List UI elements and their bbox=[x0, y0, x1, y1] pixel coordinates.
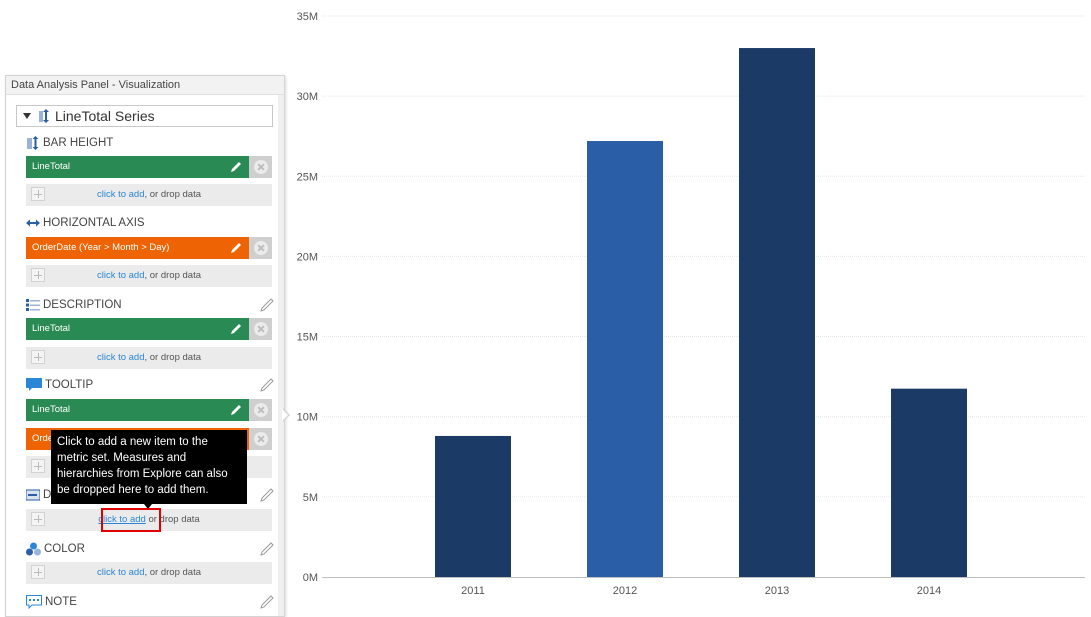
help-tooltip: Click to add a new item to the metric se… bbox=[51, 430, 247, 504]
click-to-add-link[interactable]: click to add bbox=[97, 352, 145, 363]
x-tick-label: 2014 bbox=[917, 585, 941, 597]
pencil-icon[interactable] bbox=[260, 378, 274, 392]
click-to-add-link[interactable]: click to add bbox=[97, 567, 145, 578]
y-tick-label: 10M bbox=[297, 412, 318, 424]
add-row-bar-height: click to add, or drop data bbox=[26, 184, 272, 206]
add-row-description: click to add, or drop data bbox=[26, 347, 272, 369]
section-horizontal-axis: HORIZONTAL AXIS bbox=[26, 215, 145, 231]
pencil-icon[interactable] bbox=[260, 298, 274, 312]
close-icon[interactable] bbox=[254, 432, 268, 446]
tooltip-icon bbox=[26, 378, 42, 391]
note-icon bbox=[26, 595, 42, 609]
click-to-add-link[interactable]: click to add bbox=[97, 270, 145, 281]
panel-body: LineTotal Series BAR HEIGHT LineTotal cl… bbox=[6, 95, 284, 616]
panel-title: Data Analysis Panel - Visualization bbox=[6, 76, 284, 95]
y-tick-label: 5M bbox=[303, 492, 318, 504]
series-label: LineTotal Series bbox=[55, 108, 155, 124]
pencil-icon[interactable] bbox=[229, 322, 243, 336]
description-icon bbox=[26, 299, 40, 311]
x-tick-label: 2013 bbox=[765, 585, 789, 597]
pencil-icon[interactable] bbox=[229, 241, 243, 255]
y-tick-label: 0M bbox=[303, 572, 318, 584]
y-tick-label: 20M bbox=[297, 251, 318, 263]
section-color: COLOR bbox=[26, 541, 85, 557]
remove-button[interactable] bbox=[249, 399, 272, 421]
metric-pill-linetotal[interactable]: LineTotal bbox=[26, 399, 249, 421]
close-icon[interactable] bbox=[254, 241, 268, 255]
section-description: DESCRIPTION bbox=[26, 297, 122, 313]
close-icon[interactable] bbox=[254, 322, 268, 336]
close-icon[interactable] bbox=[254, 403, 268, 417]
pencil-icon[interactable] bbox=[229, 160, 243, 174]
x-tick-label: 2011 bbox=[461, 585, 485, 597]
section-bar-height: BAR HEIGHT bbox=[26, 135, 113, 151]
panel-pointer bbox=[282, 408, 290, 422]
click-to-add-link[interactable]: click to add bbox=[97, 189, 145, 200]
pencil-icon[interactable] bbox=[260, 542, 274, 556]
y-tick-label: 30M bbox=[297, 91, 318, 103]
panel-scrollbar[interactable] bbox=[278, 95, 284, 616]
data-analysis-panel: Data Analysis Panel - Visualization Line… bbox=[5, 75, 285, 617]
y-tick-label: 25M bbox=[297, 171, 318, 183]
plus-icon[interactable] bbox=[31, 459, 45, 473]
add-row-color: click to add, or drop data bbox=[26, 562, 272, 584]
color-icon bbox=[26, 542, 41, 556]
remove-button[interactable] bbox=[249, 156, 272, 178]
remove-button[interactable] bbox=[249, 237, 272, 259]
remove-button[interactable] bbox=[249, 428, 272, 450]
add-row-horizontal-axis: click to add, or drop data bbox=[26, 265, 272, 287]
pencil-icon[interactable] bbox=[260, 488, 274, 502]
metric-pill-linetotal[interactable]: LineTotal bbox=[26, 318, 249, 340]
y-tick-label: 15M bbox=[297, 332, 318, 344]
bar bbox=[739, 48, 815, 578]
bar bbox=[587, 141, 663, 577]
metric-pill-linetotal[interactable]: LineTotal bbox=[26, 156, 249, 178]
close-icon[interactable] bbox=[254, 160, 268, 174]
dimension-pill-orderdate[interactable]: OrderDate (Year > Month > Day) bbox=[26, 237, 249, 259]
highlight-box bbox=[101, 508, 161, 532]
remove-button[interactable] bbox=[249, 318, 272, 340]
bar-series-icon bbox=[39, 109, 49, 123]
y-tick-label: 35M bbox=[297, 11, 318, 23]
section-data-label: D bbox=[26, 487, 51, 503]
series-dropdown[interactable]: LineTotal Series bbox=[16, 105, 273, 127]
data-label-icon bbox=[26, 489, 40, 501]
pencil-icon[interactable] bbox=[229, 403, 243, 417]
x-tick-label: 2012 bbox=[613, 585, 637, 597]
bar-height-icon bbox=[27, 136, 39, 150]
caret-down-icon[interactable] bbox=[23, 113, 31, 119]
pencil-icon[interactable] bbox=[260, 595, 274, 609]
bar bbox=[435, 435, 511, 577]
horizontal-axis-icon bbox=[26, 219, 40, 227]
section-tooltip: TOOLTIP bbox=[26, 377, 93, 393]
bar bbox=[891, 388, 967, 577]
